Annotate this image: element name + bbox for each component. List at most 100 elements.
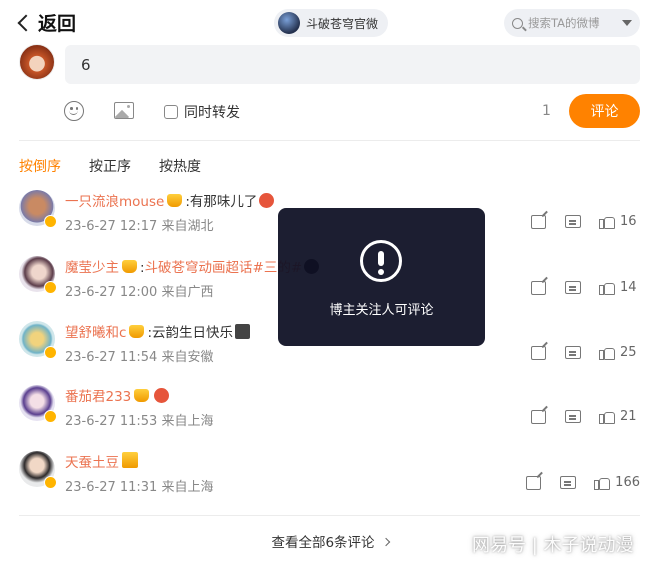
comment-content: 望舒曦和c :云韵生日快乐 xyxy=(65,321,250,341)
comment-icon xyxy=(565,346,581,359)
composer-toolbar: 同时转发 1 评论 xyxy=(64,94,640,128)
reply-button[interactable] xyxy=(560,476,594,489)
comment-icon xyxy=(560,476,577,489)
commenter-name[interactable]: 番茄君233 xyxy=(65,389,131,405)
comment-input[interactable]: 6 xyxy=(65,45,640,84)
tab-sort-asc[interactable]: 按正序 xyxy=(89,156,131,176)
submit-comment-button[interactable]: 评论 xyxy=(569,94,640,128)
comment-actions: 25 xyxy=(531,345,640,360)
thumbs-up-icon xyxy=(599,410,615,424)
permission-toast: 博主关注人可评论 xyxy=(278,208,485,346)
comment-actions: 16 xyxy=(531,214,640,229)
view-all-label: 查看全部6条评论 xyxy=(271,535,375,551)
commenter-avatar[interactable] xyxy=(19,256,57,294)
chevron-right-icon xyxy=(381,537,390,547)
emoji-sticker-icon xyxy=(154,388,170,403)
reply-button[interactable] xyxy=(565,215,599,228)
like-count: 21 xyxy=(620,409,637,424)
share-button[interactable] xyxy=(531,280,565,295)
share-icon xyxy=(531,280,546,295)
comment-icon xyxy=(565,410,581,423)
cake-sticker-icon xyxy=(235,324,250,339)
share-icon xyxy=(531,214,546,229)
commenter-avatar[interactable] xyxy=(19,321,57,359)
top-bar: 返回 斗破苍穹官微 搜索TA的微博 xyxy=(0,0,660,44)
caret-down-icon[interactable] xyxy=(622,20,632,26)
comment-actions: 166 xyxy=(526,475,640,490)
account-chip[interactable]: 斗破苍穹官微 xyxy=(274,9,389,37)
comment-text: :有那味儿了 xyxy=(185,194,258,210)
thumbs-up-icon xyxy=(599,281,615,295)
like-count: 16 xyxy=(620,214,637,229)
search-icon xyxy=(512,17,523,29)
divider xyxy=(19,140,640,141)
divider xyxy=(19,515,640,516)
like-button[interactable]: 166 xyxy=(594,475,640,490)
author-badge-icon xyxy=(122,452,138,468)
like-count: 166 xyxy=(615,475,640,490)
share-button[interactable] xyxy=(531,345,565,360)
reply-button[interactable] xyxy=(565,281,599,294)
crown-badge-icon xyxy=(167,194,183,207)
reply-button[interactable] xyxy=(565,346,599,359)
emoji-icon[interactable] xyxy=(64,101,84,121)
commenter-avatar[interactable] xyxy=(19,190,57,228)
comment-meta: 23-6-27 11:31 来自上海 xyxy=(65,480,214,495)
search-placeholder[interactable]: 搜索TA的微博 xyxy=(528,15,617,31)
commenter-name[interactable]: 天蚕土豆 xyxy=(65,455,119,471)
back-label: 返回 xyxy=(38,13,77,35)
verified-badge-icon xyxy=(44,476,57,489)
account-name: 斗破苍穹官微 xyxy=(306,16,379,31)
share-icon xyxy=(531,345,546,360)
share-button[interactable] xyxy=(526,475,560,490)
share-button[interactable] xyxy=(531,409,565,424)
watermark: 网易号 | 木子说动漫 xyxy=(472,535,634,556)
share-icon xyxy=(531,409,546,424)
commenter-name[interactable]: 望舒曦和c xyxy=(65,325,126,341)
crown-badge-icon xyxy=(129,325,145,338)
tab-sort-hot[interactable]: 按热度 xyxy=(159,156,201,176)
reply-button[interactable] xyxy=(565,410,599,423)
checkbox-box[interactable] xyxy=(164,105,178,119)
comment-actions: 21 xyxy=(531,409,640,424)
forward-label: 同时转发 xyxy=(184,105,240,121)
tab-sort-desc[interactable]: 按倒序 xyxy=(19,156,61,176)
like-count: 14 xyxy=(620,280,637,295)
forward-checkbox[interactable]: 同时转发 xyxy=(164,102,240,122)
commenter-avatar[interactable] xyxy=(19,385,57,423)
chevron-left-icon xyxy=(17,14,35,31)
crown-badge-icon xyxy=(122,260,137,273)
exclamation-icon xyxy=(360,240,402,282)
comment-icon xyxy=(565,215,581,228)
search-box[interactable]: 搜索TA的微博 xyxy=(504,9,640,37)
like-button[interactable]: 21 xyxy=(599,409,640,424)
thumbs-up-icon xyxy=(599,215,615,229)
comment-content: 番茄君233 xyxy=(65,385,170,405)
share-button[interactable] xyxy=(531,214,565,229)
like-count: 25 xyxy=(620,345,637,360)
comment-content: 天蚕土豆 xyxy=(65,451,141,471)
like-button[interactable]: 14 xyxy=(599,280,640,295)
account-avatar xyxy=(278,12,300,34)
like-button[interactable]: 16 xyxy=(599,214,640,229)
comment-actions: 14 xyxy=(531,280,640,295)
back-button[interactable]: 返回 xyxy=(16,9,76,36)
like-button[interactable]: 25 xyxy=(599,345,640,360)
sort-tabs: 按倒序 按正序 按热度 xyxy=(19,156,201,176)
comment-icon xyxy=(565,281,581,294)
commenter-avatar[interactable] xyxy=(19,451,57,489)
comment-meta: 23-6-27 11:53 来自上海 xyxy=(65,414,214,429)
comment-meta: 23-6-27 11:54 来自安徽 xyxy=(65,350,214,365)
comment-item: 番茄君233 23-6-27 11:53 来自上海 21 xyxy=(19,385,640,445)
commenter-name[interactable]: 一只流浪mouse xyxy=(65,194,164,210)
char-count: 1 xyxy=(542,103,551,119)
comment-meta: 23-6-27 12:17 来自湖北 xyxy=(65,219,214,234)
image-icon[interactable] xyxy=(114,102,134,119)
user-avatar xyxy=(19,44,55,80)
thumbs-up-icon xyxy=(594,476,611,490)
thumbs-up-icon xyxy=(599,346,615,360)
commenter-name[interactable]: 魔莹少主 xyxy=(65,260,119,276)
comment-text: :云韵生日快乐 xyxy=(147,325,233,341)
verified-badge-icon xyxy=(44,346,57,359)
comment-content: 一只流浪mouse :有那味儿了 xyxy=(65,190,275,210)
